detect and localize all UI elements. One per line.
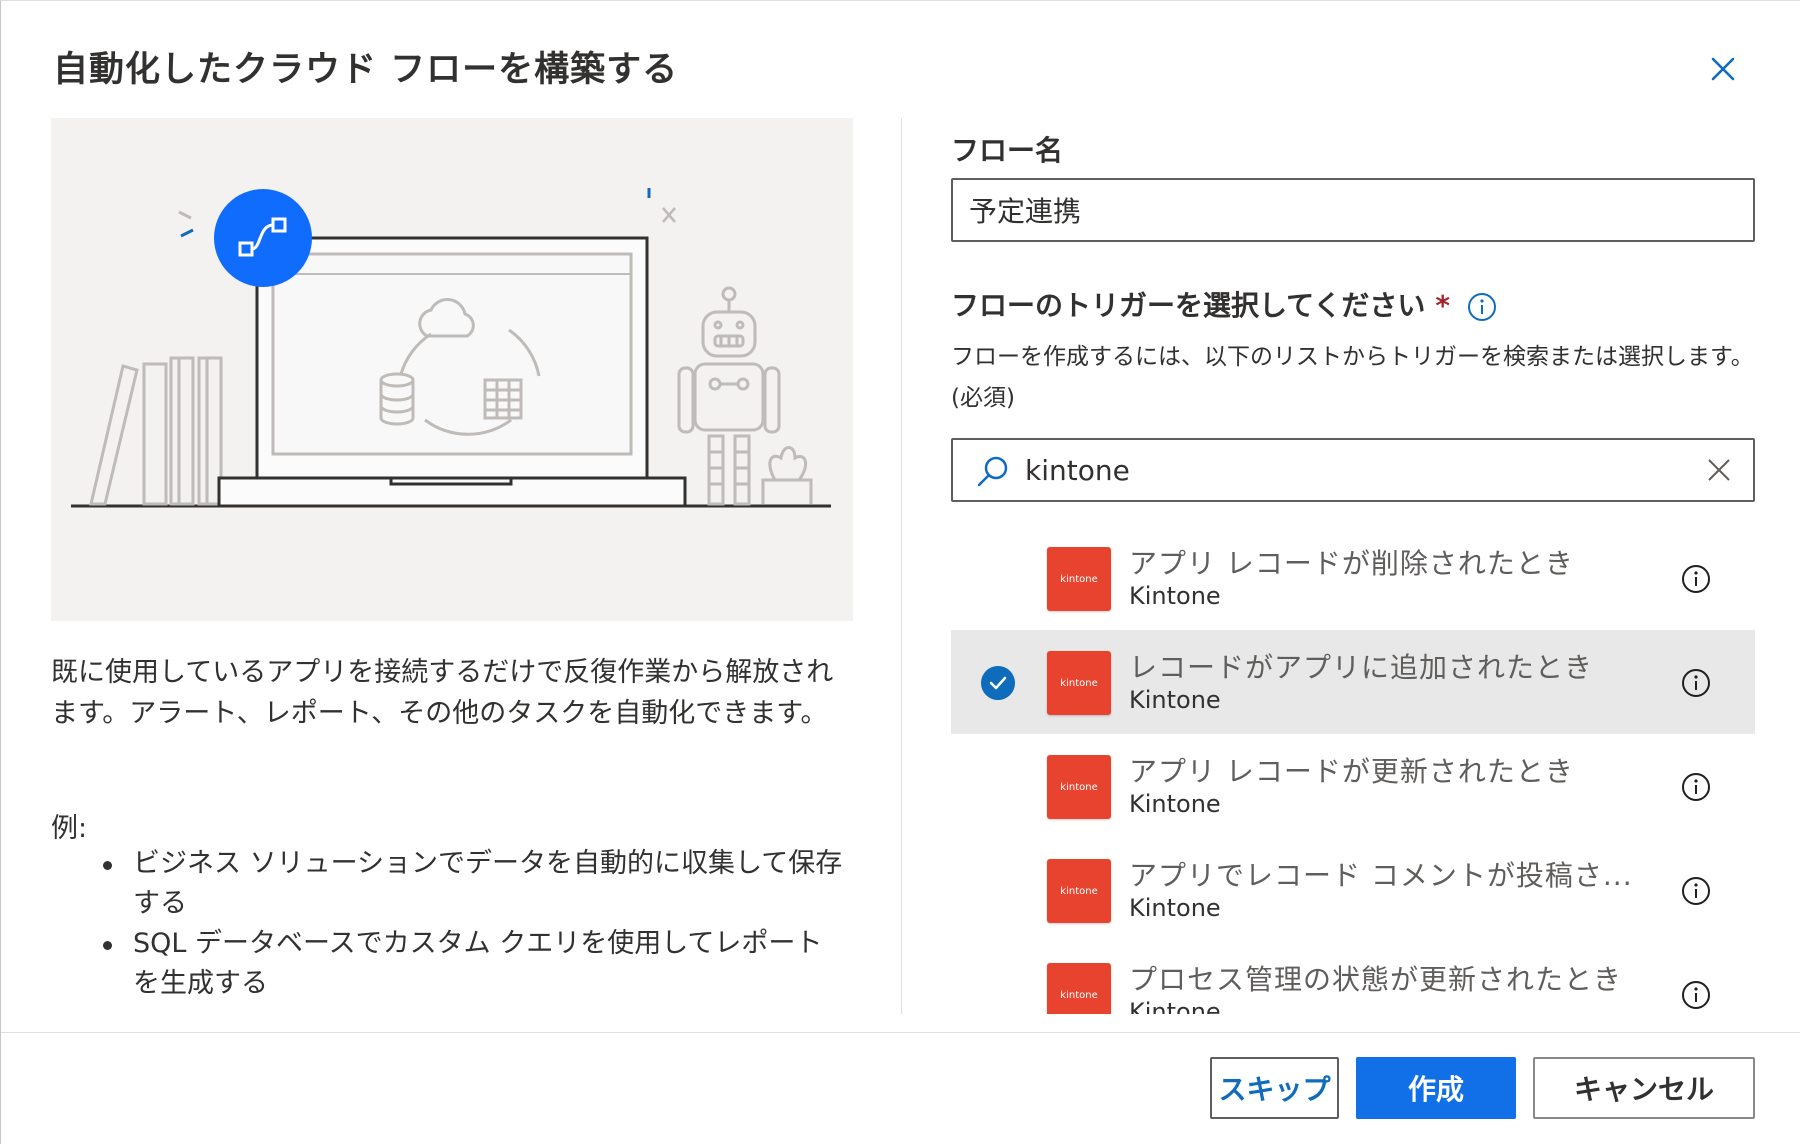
vertical-divider [901, 118, 902, 1014]
trigger-connector: Kintone [1129, 582, 1221, 610]
required-mark: * [1435, 289, 1450, 322]
trigger-item[interactable]: kintone アプリ レコードが削除されたとき Kintone [951, 526, 1755, 630]
trigger-search-input[interactable] [1025, 448, 1645, 492]
trigger-connector: Kintone [1129, 790, 1221, 818]
dialog-description: 既に使用しているアプリを接続するだけで反復作業から解放されます。アラート、レポー… [51, 657, 834, 729]
trigger-connector: Kintone [1129, 998, 1221, 1014]
trigger-list: kintone アプリ レコードが削除されたとき Kintone kintone… [951, 526, 1755, 1014]
checkmark-icon [981, 666, 1015, 700]
trigger-item[interactable]: kintone アプリ レコードが更新されたとき Kintone [951, 734, 1755, 838]
info-icon[interactable] [1681, 564, 1711, 594]
illustration-panel [51, 118, 853, 621]
examples-label: 例: [51, 813, 88, 844]
info-icon[interactable] [1681, 668, 1711, 698]
laptop-robot-illustration [71, 188, 831, 508]
trigger-label-text: フローのトリガーを選択してください [951, 289, 1426, 322]
kintone-logo: kintone [1047, 755, 1111, 819]
trigger-connector: Kintone [1129, 894, 1221, 922]
close-icon[interactable] [1699, 45, 1747, 93]
kintone-logo: kintone [1047, 859, 1111, 923]
trigger-name: プロセス管理の状態が更新されたとき [1129, 963, 1623, 996]
info-icon[interactable] [1467, 292, 1497, 322]
trigger-name: アプリ レコードが削除されたとき [1129, 547, 1574, 580]
kintone-logo: kintone [1047, 651, 1111, 715]
flow-name-label: フロー名 [951, 134, 1064, 167]
dialog-title: 自動化したクラウド フローを構築する [53, 50, 679, 90]
create-button[interactable]: 作成 [1356, 1057, 1516, 1119]
info-icon[interactable] [1681, 980, 1711, 1010]
info-icon[interactable] [1681, 772, 1711, 802]
examples-list: ビジネス ソリューションでデータを自動的に収集して保存する SQL データベース… [103, 844, 843, 1004]
kintone-logo: kintone [1047, 963, 1111, 1014]
flow-name-input[interactable] [951, 178, 1755, 242]
create-flow-dialog: 自動化したクラウド フローを構築する 既に使用しているアプリを接続するだけで反復… [0, 0, 1800, 1144]
cancel-button[interactable]: キャンセル [1533, 1057, 1755, 1119]
trigger-connector: Kintone [1129, 686, 1221, 714]
footer-divider [1, 1032, 1800, 1033]
example-item: ビジネス ソリューションでデータを自動的に収集して保存する [103, 844, 843, 924]
example-item: SQL データベースでカスタム クエリを使用してレポートを生成する [103, 924, 843, 1004]
kintone-logo: kintone [1047, 547, 1111, 611]
trigger-search-box [951, 438, 1755, 502]
info-icon[interactable] [1681, 876, 1711, 906]
trigger-item[interactable]: kintone アプリでレコード コメントが投稿さ... Kintone [951, 838, 1755, 942]
search-icon [977, 456, 1008, 487]
trigger-name: アプリでレコード コメントが投稿さ... [1129, 859, 1633, 892]
trigger-item-selected[interactable]: kintone レコードがアプリに追加されたとき Kintone [951, 630, 1755, 734]
trigger-name: レコードがアプリに追加されたとき [1129, 651, 1594, 684]
trigger-item[interactable]: kintone プロセス管理の状態が更新されたとき Kintone [951, 942, 1755, 1014]
trigger-hint: フローを作成するには、以下のリストからトリガーを検索または選択します。(必須) [951, 344, 1754, 411]
clear-search-icon[interactable] [1705, 456, 1733, 484]
trigger-label: フローのトリガーを選択してください * [951, 284, 1450, 324]
trigger-name: アプリ レコードが更新されたとき [1129, 755, 1574, 788]
skip-button[interactable]: スキップ [1210, 1057, 1339, 1119]
